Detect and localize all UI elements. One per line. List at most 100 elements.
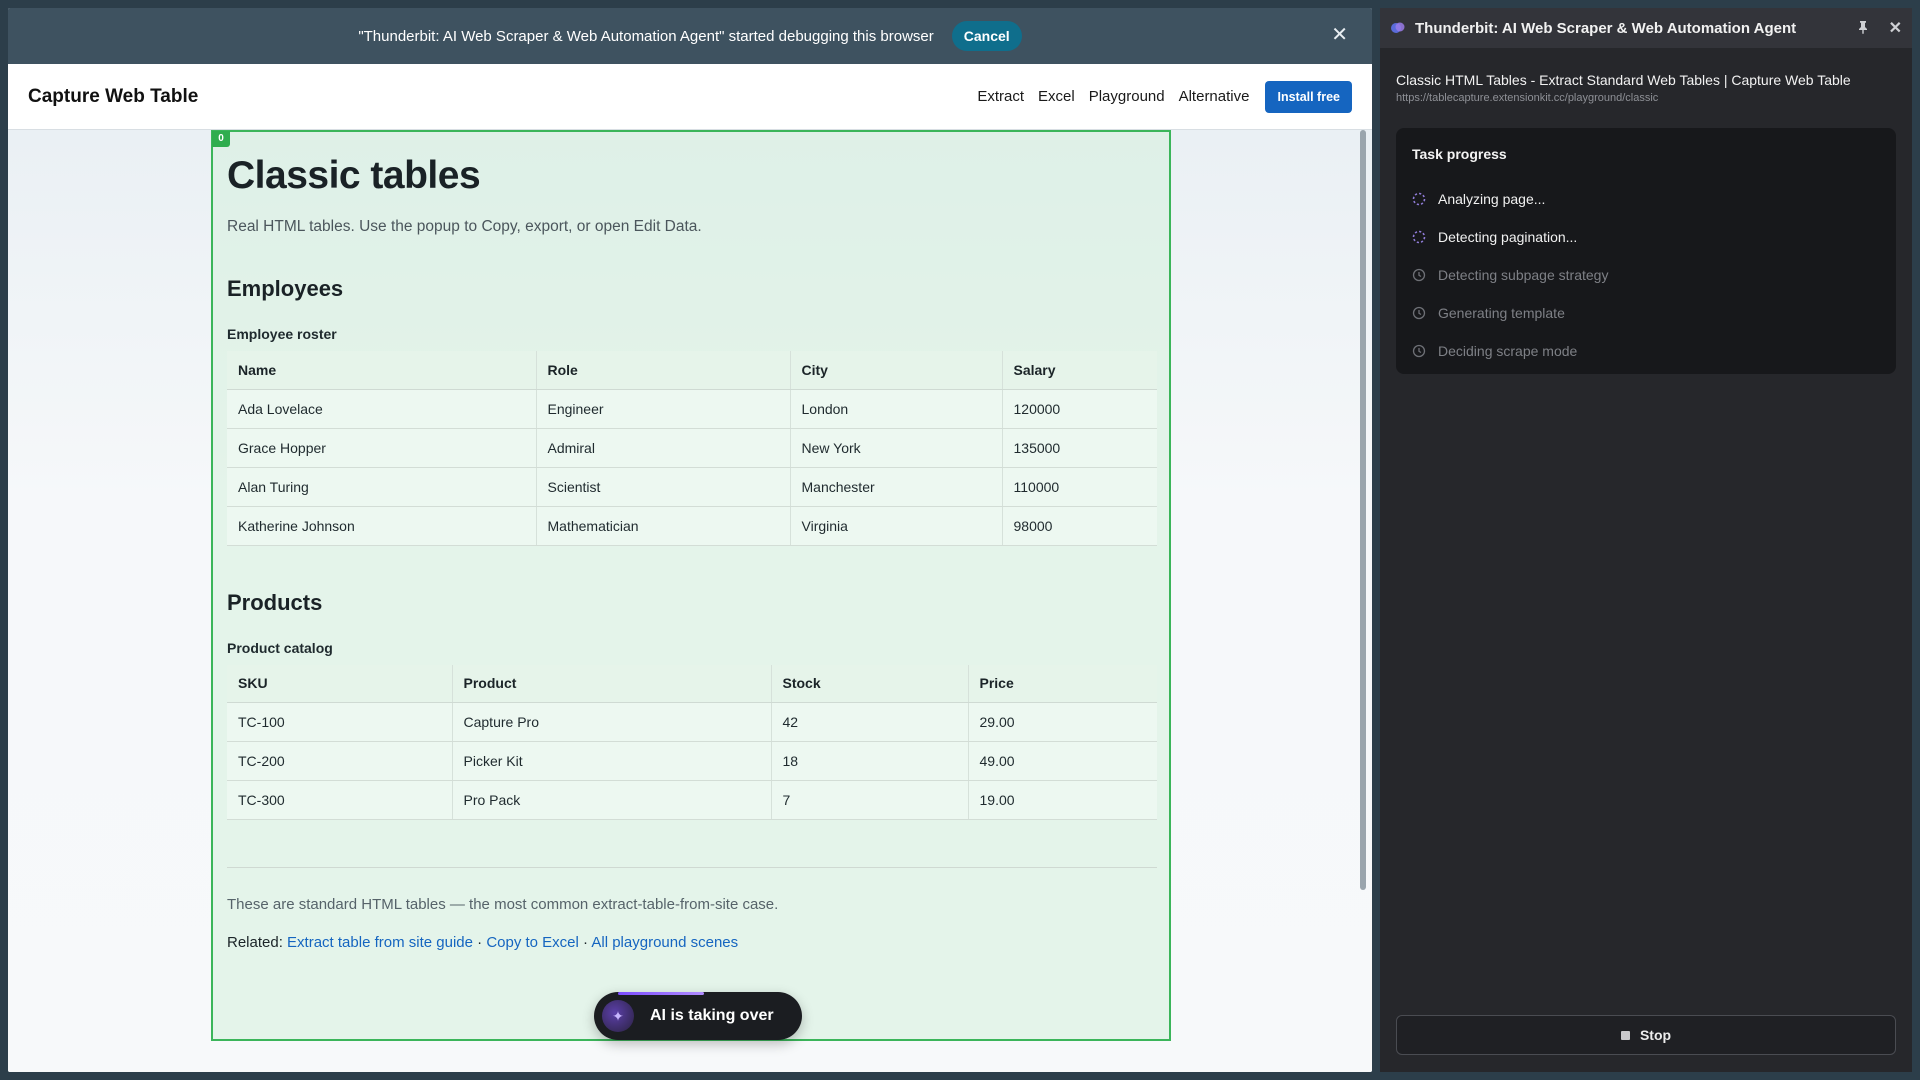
table-cell: Pro Pack [452, 780, 772, 820]
section-heading-products: Products [227, 589, 323, 615]
site-nav: Extract Excel Playground Alternative Ins… [977, 80, 1352, 113]
stop-icon [1620, 1030, 1630, 1040]
table-cell: 42 [771, 702, 969, 742]
selection-overlay: 0 Classic tables Real HTML tables. Use t… [211, 130, 1171, 1041]
related-label: Related: [227, 934, 283, 951]
table-cell: 49.00 [968, 741, 1157, 781]
progress-glow [618, 992, 704, 995]
table-cell: London [790, 389, 1003, 429]
table-cell: TC-300 [227, 780, 453, 820]
related-links: Related: Extract table from site guide ·… [227, 934, 738, 951]
link-separator: · [583, 934, 589, 951]
column-header: Name [227, 351, 537, 390]
table-cell: TC-100 [227, 702, 453, 742]
debug-banner: "Thunderbit: AI Web Scraper & Web Automa… [8, 8, 1372, 64]
page-scrollbar[interactable] [1360, 130, 1366, 890]
spinner-icon [1412, 230, 1426, 244]
footer-note: These are standard HTML tables — the mos… [227, 896, 779, 913]
panel-titlebar: Thunderbit: AI Web Scraper & Web Automat… [1380, 8, 1912, 48]
table-cell: Scientist [536, 467, 791, 507]
column-header: Salary [1002, 351, 1157, 390]
install-free-button[interactable]: Install free [1265, 80, 1352, 113]
progress-step-label: Analyzing page... [1438, 191, 1546, 207]
stop-label: Stop [1639, 1027, 1672, 1043]
table-cell: 18 [771, 741, 969, 781]
table-cell: 120000 [1002, 389, 1157, 429]
progress-step: Generating template [1412, 294, 1880, 332]
cancel-debug-button[interactable]: Cancel [951, 21, 1022, 51]
table-cell: Virginia [790, 506, 1003, 546]
clock-icon [1412, 268, 1426, 282]
table-cell: 110000 [1002, 467, 1157, 507]
stop-button[interactable]: Stop [1396, 1015, 1896, 1055]
table-cell: 98000 [1002, 506, 1157, 546]
progress-step: Analyzing page... [1412, 180, 1880, 218]
column-header: Price [968, 664, 1157, 703]
table-cell: Picker Kit [452, 741, 772, 781]
progress-step-label: Detecting pagination... [1438, 229, 1578, 245]
table-cell: Alan Turing [227, 467, 537, 507]
page-content-area: 0 Classic tables Real HTML tables. Use t… [8, 130, 1372, 1072]
link-copy-to-excel[interactable]: Copy to Excel [486, 934, 579, 951]
progress-step: Detecting pagination... [1412, 218, 1880, 256]
progress-step-label: Deciding scrape mode [1438, 343, 1578, 359]
column-header: City [790, 351, 1003, 390]
table-caption-products: Product catalog [227, 639, 333, 656]
panel-title: Thunderbit: AI Web Scraper & Web Automat… [1415, 19, 1797, 37]
progress-step: Detecting subpage strategy [1412, 256, 1880, 294]
table-row: TC-200 Picker Kit 18 49.00 [227, 741, 1157, 781]
site-header: Capture Web Table Extract Excel Playgrou… [8, 64, 1372, 130]
table-row: Alan Turing Scientist Manchester 110000 [227, 467, 1157, 507]
extension-side-panel: Thunderbit: AI Web Scraper & Web Automat… [1380, 8, 1912, 1072]
table-cell: 29.00 [968, 702, 1157, 742]
close-icon[interactable]: ✕ [1889, 18, 1902, 38]
pin-icon[interactable] [1857, 20, 1869, 37]
ai-takeover-indicator: ✦ AI is taking over [594, 992, 802, 1040]
table-cell: Mathematician [536, 506, 791, 546]
nav-link-alternative[interactable]: Alternative [1179, 88, 1250, 105]
nav-link-excel[interactable]: Excel [1038, 88, 1075, 105]
table-caption-employees: Employee roster [227, 326, 337, 342]
products-table: SKU Product Stock Price TC-100 Capture P… [227, 664, 1157, 820]
table-cell: TC-200 [227, 741, 453, 781]
column-header: Product [452, 664, 772, 703]
table-cell: Ada Lovelace [227, 389, 537, 429]
thunderbit-logo-icon [1391, 22, 1405, 33]
sparkle-icon: ✦ [602, 1000, 634, 1032]
page-title: Classic tables [227, 154, 481, 197]
table-cell: Manchester [790, 467, 1003, 507]
current-page-title: Classic HTML Tables - Extract Standard W… [1396, 72, 1851, 88]
column-header: Stock [771, 664, 969, 703]
table-header-row: SKU Product Stock Price [227, 664, 1157, 703]
article: Classic tables Real HTML tables. Use the… [227, 154, 1157, 820]
clock-icon [1412, 306, 1426, 320]
table-row: Ada Lovelace Engineer London 120000 [227, 389, 1157, 429]
progress-step-label: Detecting subpage strategy [1438, 267, 1609, 283]
table-cell: Capture Pro [452, 702, 772, 742]
clock-icon [1412, 344, 1426, 358]
section-heading-employees: Employees [227, 276, 344, 301]
table-cell: 135000 [1002, 428, 1157, 468]
table-header-row: Name Role City Salary [227, 351, 1157, 390]
debug-banner-message: "Thunderbit: AI Web Scraper & Web Automa… [358, 27, 934, 45]
site-logo-text[interactable]: Capture Web Table [28, 86, 198, 108]
link-all-playground-scenes[interactable]: All playground scenes [591, 934, 738, 951]
table-cell: Engineer [536, 389, 791, 429]
table-cell: 19.00 [968, 780, 1157, 820]
table-row: TC-300 Pro Pack 7 19.00 [227, 780, 1157, 820]
column-header: Role [536, 351, 791, 390]
table-cell: 7 [771, 780, 969, 820]
close-icon[interactable]: ✕ [1331, 25, 1348, 45]
nav-link-playground[interactable]: Playground [1089, 88, 1165, 105]
current-page-url: https://tablecapture.extensionkit.cc/pla… [1396, 92, 1659, 104]
link-extract-table-guide[interactable]: Extract table from site guide [287, 934, 473, 951]
table-cell: Admiral [536, 428, 791, 468]
table-row: Katherine Johnson Mathematician Virginia… [227, 506, 1157, 546]
table-cell: New York [790, 428, 1003, 468]
nav-link-extract[interactable]: Extract [977, 88, 1024, 105]
table-cell: Grace Hopper [227, 428, 537, 468]
browser-viewport: "Thunderbit: AI Web Scraper & Web Automa… [8, 8, 1372, 1072]
divider [227, 867, 1157, 868]
table-row: TC-100 Capture Pro 42 29.00 [227, 702, 1157, 742]
progress-step-label: Generating template [1438, 305, 1565, 321]
